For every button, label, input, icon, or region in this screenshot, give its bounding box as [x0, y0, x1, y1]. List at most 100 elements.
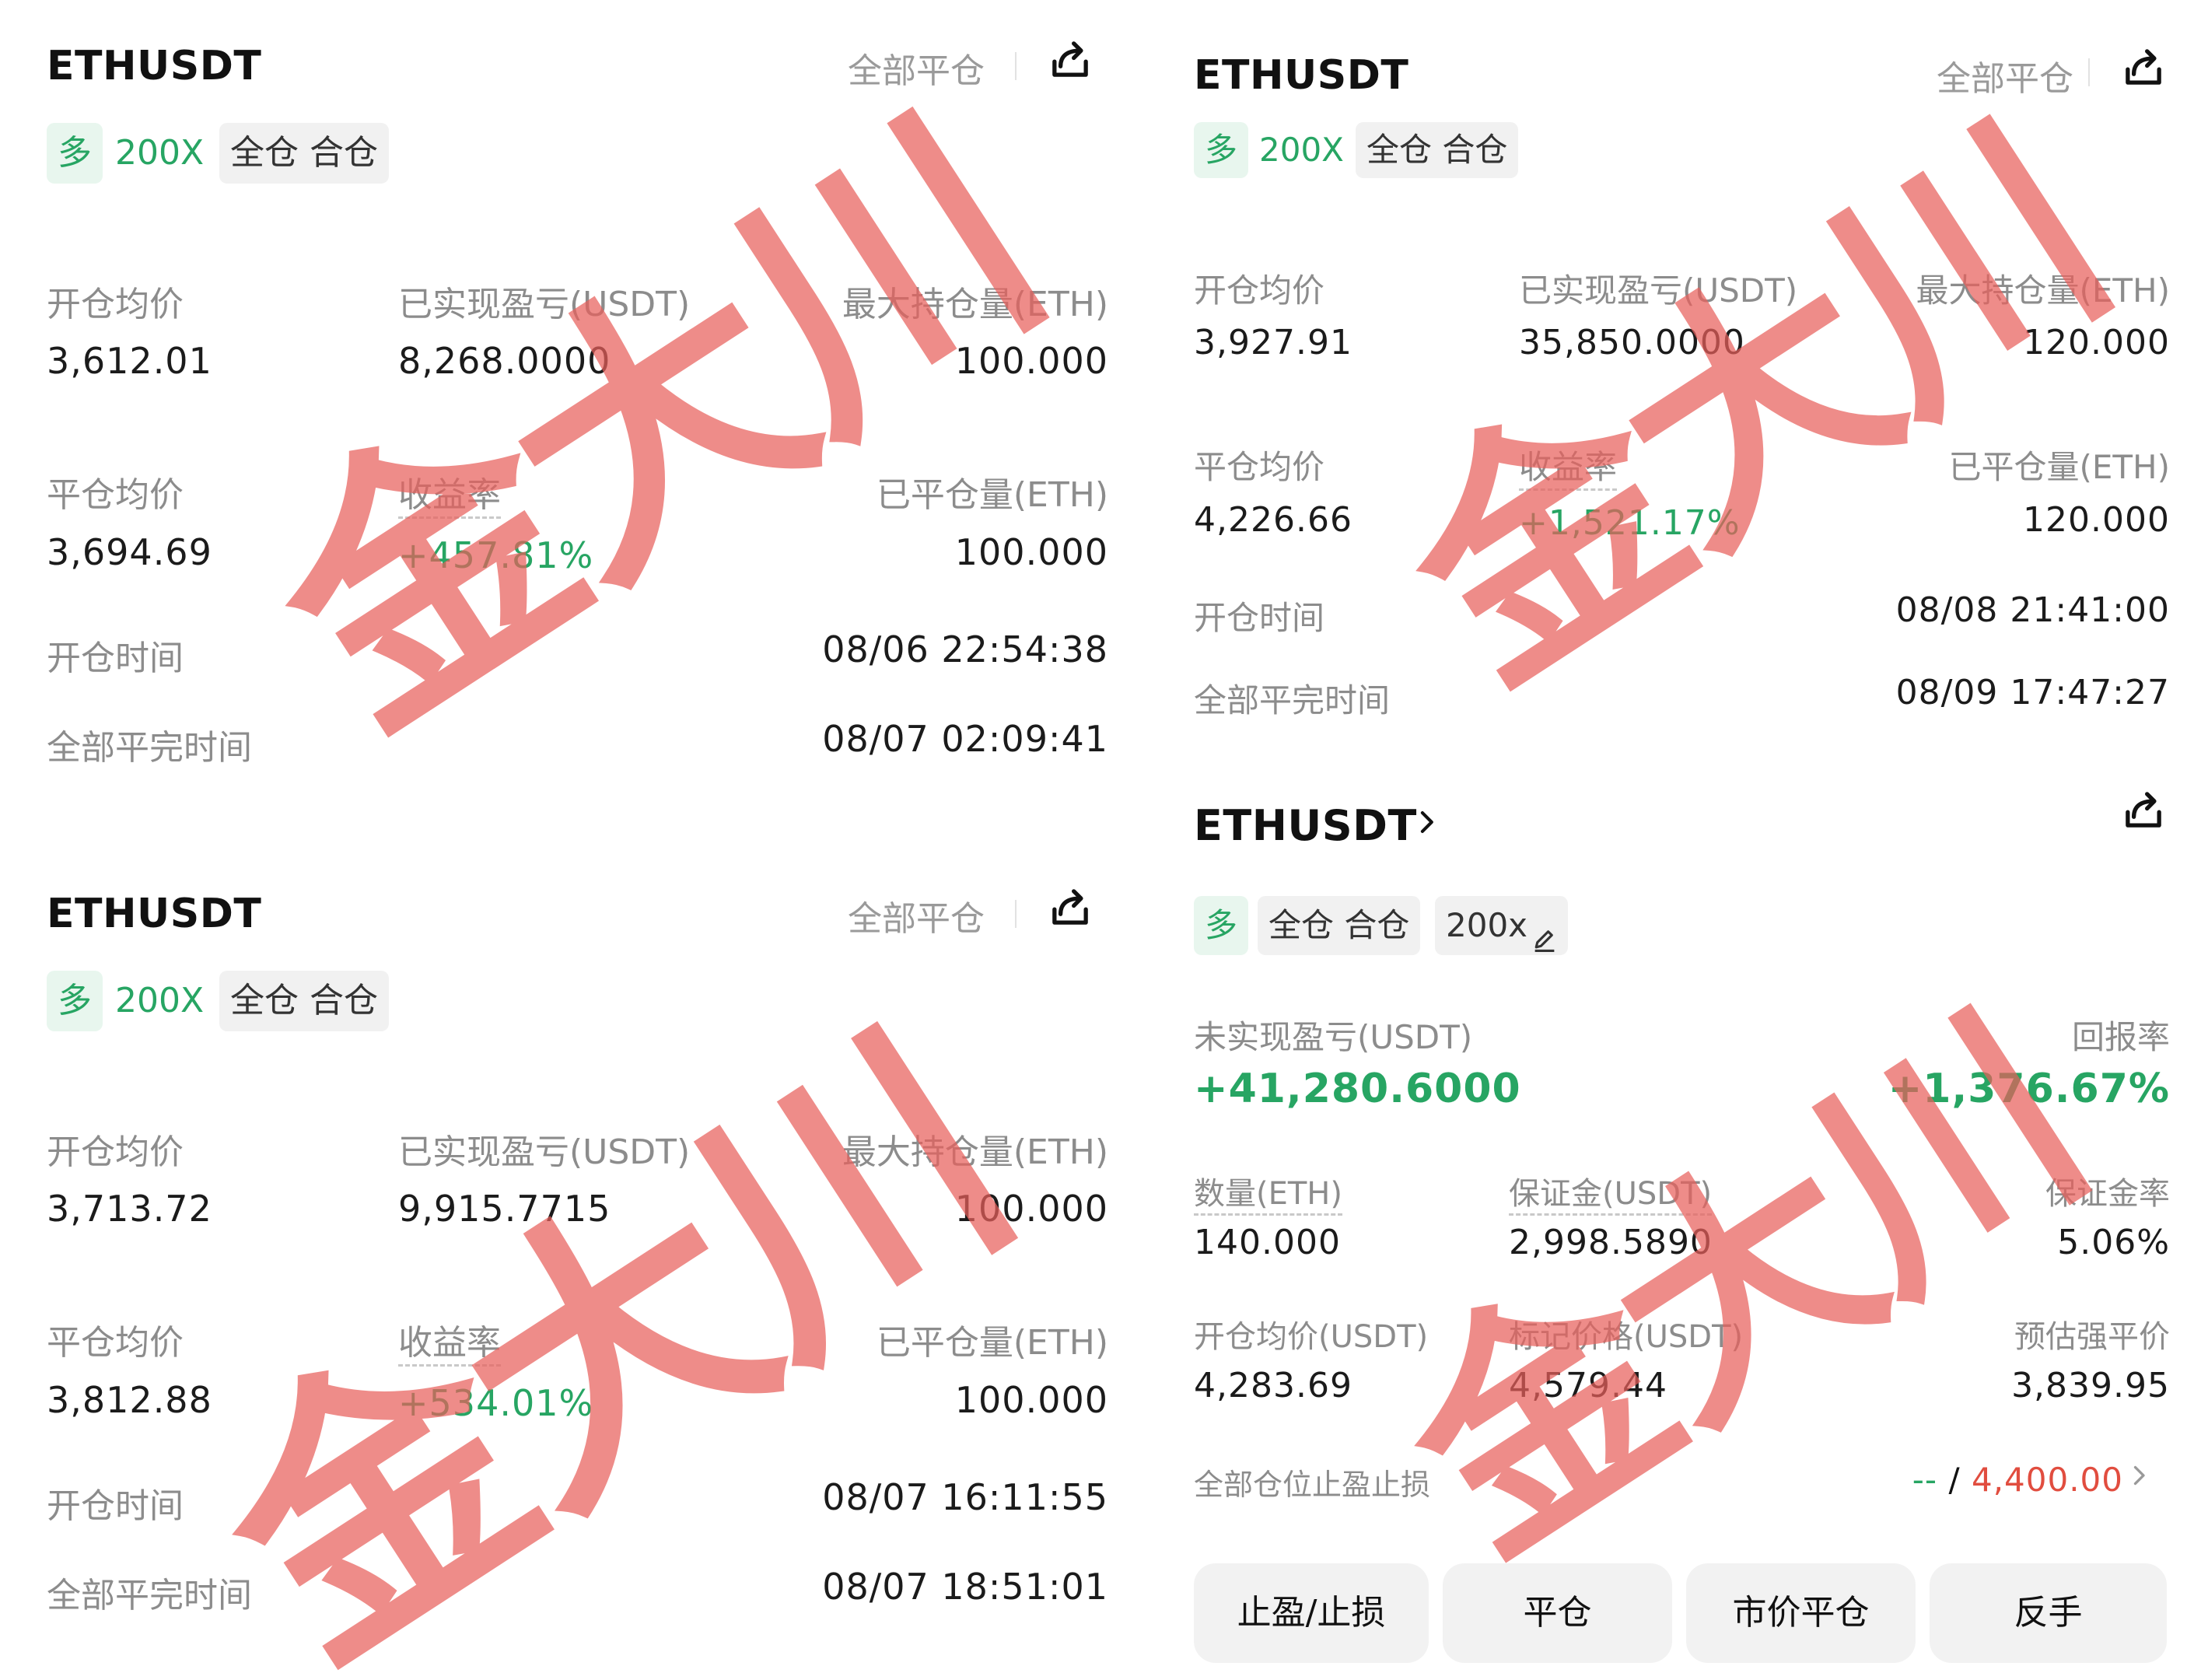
open-avg-value: 3,713.72 [47, 1188, 212, 1230]
margin-mode-tag: 全仓 合仓 [219, 971, 389, 1031]
open-time-label: 开仓时间 [1194, 599, 1325, 637]
close-position-button[interactable]: 平仓 [1443, 1563, 1672, 1663]
symbol-title[interactable]: ETHUSDT [47, 891, 261, 937]
long-tag: 多 [47, 123, 103, 184]
edit-pencil-icon [1532, 912, 1557, 952]
roi-label[interactable]: 收益率 [398, 1314, 501, 1367]
chevron-right-icon[interactable] [2127, 1464, 2150, 1487]
long-tag: 多 [1194, 122, 1249, 178]
symbol-title[interactable]: ETHUSDT [1194, 52, 1408, 99]
close-avg-value: 3,694.69 [47, 531, 212, 573]
leverage-value: 200x [1446, 906, 1528, 944]
roi-label[interactable]: 收益率 [1519, 441, 1618, 491]
qty-label[interactable]: 数量(ETH) [1194, 1168, 1342, 1216]
open-avg-label: 开仓均价 [47, 285, 184, 324]
roi-value: +1,521.17% [1519, 503, 1741, 543]
share-icon[interactable] [1046, 883, 1094, 931]
leverage-tag[interactable]: 200x [1435, 896, 1569, 955]
liq-price-label: 预估强平价 [2014, 1319, 2170, 1355]
qty-value: 140.000 [1194, 1223, 1341, 1262]
roi-label[interactable]: 收益率 [398, 467, 501, 519]
close-avg-value: 4,226.66 [1194, 500, 1352, 540]
open-time-label: 开仓时间 [47, 1486, 184, 1526]
max-position-label: 最大持仓量(ETH) [842, 1132, 1108, 1172]
realized-pnl-value: 8,268.0000 [398, 340, 611, 382]
leverage-tag: 200X [115, 133, 205, 173]
open-time-value: 08/08 21:41:00 [1895, 590, 2170, 630]
margin-ratio-label: 保证金率 [2045, 1176, 2170, 1212]
max-position-label: 最大持仓量(ETH) [842, 285, 1108, 324]
close-time-value: 08/07 18:51:01 [822, 1566, 1108, 1608]
close-all-button[interactable]: 全部平仓 [848, 891, 985, 940]
closed-qty-label: 已平仓量(ETH) [1948, 448, 2170, 486]
share-icon[interactable] [1046, 35, 1094, 83]
close-all-button[interactable]: 全部平仓 [1937, 51, 2073, 100]
margin-mode-tag: 全仓 合仓 [219, 123, 389, 184]
open-time-label: 开仓时间 [47, 639, 184, 678]
realized-pnl-value: 9,915.7715 [398, 1188, 611, 1230]
roi-value: +534.01% [398, 1382, 594, 1424]
close-avg-value: 3,812.88 [47, 1379, 212, 1421]
open-avg-value: 3,612.01 [47, 340, 212, 382]
stop-loss-value: 4,400.00 [1971, 1461, 2123, 1499]
tpsl-button[interactable]: 止盈/止损 [1194, 1563, 1429, 1663]
close-time-value: 08/09 17:47:27 [1895, 673, 2170, 712]
realized-pnl-label: 已实现盈亏(USDT) [398, 285, 691, 324]
tpsl-label: 全部仓位止盈止损 [1194, 1468, 1431, 1502]
tpsl-separator: / [1948, 1461, 1961, 1499]
tpsl-value[interactable]: -- / 4,400.00 [1912, 1461, 2123, 1499]
margin-mode-tag[interactable]: 全仓 合仓 [1258, 896, 1421, 955]
margin-ratio-value: 5.06% [2057, 1223, 2170, 1262]
mark-price-label: 标记价格(USDT) [1509, 1319, 1744, 1355]
closed-position-card-3: ETHUSDT 全部平仓 多 200X 全仓 合仓 开仓均价 已实现盈亏(USD… [1194, 43, 2170, 735]
roe-label: 回报率 [2071, 1018, 2170, 1056]
closed-qty-label: 已平仓量(ETH) [876, 475, 1108, 515]
realized-pnl-label: 已实现盈亏(USDT) [398, 1132, 691, 1172]
share-icon[interactable] [2119, 43, 2168, 91]
closed-qty-value: 120.000 [2023, 500, 2170, 540]
mark-price-value: 4,579.44 [1509, 1366, 1667, 1405]
realized-pnl-value: 35,850.0000 [1519, 323, 1745, 362]
close-time-label: 全部平完时间 [1194, 681, 1391, 719]
close-avg-label: 平仓均价 [47, 1323, 184, 1363]
close-avg-label: 平仓均价 [1194, 448, 1325, 486]
closed-qty-value: 100.000 [954, 531, 1108, 573]
open-time-value: 08/06 22:54:38 [822, 628, 1108, 670]
unrealized-pnl-value: +41,280.6000 [1194, 1066, 1521, 1112]
symbol-title[interactable]: ETHUSDT [1194, 801, 1417, 850]
reverse-button[interactable]: 反手 [1930, 1563, 2167, 1663]
close-time-label: 全部平完时间 [47, 1576, 252, 1615]
take-profit-value: -- [1912, 1461, 1938, 1499]
max-position-value: 100.000 [954, 1188, 1108, 1230]
symbol-title[interactable]: ETHUSDT [47, 43, 261, 89]
close-time-label: 全部平完时间 [47, 728, 252, 768]
max-position-label: 最大持仓量(ETH) [1916, 271, 2170, 310]
open-avg-value: 4,283.69 [1194, 1366, 1352, 1405]
long-tag: 多 [47, 971, 103, 1031]
roi-value: +457.81% [398, 534, 594, 576]
closed-qty-label: 已平仓量(ETH) [876, 1323, 1108, 1363]
unrealized-pnl-label: 未实现盈亏(USDT) [1194, 1018, 1473, 1056]
closed-qty-value: 100.000 [954, 1379, 1108, 1421]
max-position-value: 100.000 [954, 340, 1108, 382]
open-avg-label: 开仓均价 [47, 1132, 184, 1172]
margin-label[interactable]: 保证金(USDT) [1509, 1168, 1713, 1216]
liq-price-value: 3,839.95 [2011, 1366, 2170, 1405]
close-all-button[interactable]: 全部平仓 [848, 43, 985, 93]
margin-value: 2,998.5890 [1509, 1223, 1713, 1262]
close-time-value: 08/07 02:09:41 [822, 718, 1108, 760]
divider [2088, 58, 2090, 86]
market-close-button[interactable]: 市价平仓 [1686, 1563, 1916, 1663]
open-avg-label: 开仓均价(USDT) [1194, 1319, 1429, 1355]
max-position-value: 120.000 [2023, 323, 2170, 362]
divider [1015, 52, 1017, 80]
open-avg-label: 开仓均价 [1194, 271, 1325, 310]
chevron-right-icon[interactable] [1413, 809, 1440, 835]
leverage-tag: 200X [1259, 131, 1344, 169]
divider [1015, 900, 1017, 928]
closed-position-card-2: ETHUSDT 全部平仓 多 200X 全仓 合仓 开仓均价 已实现盈亏(USD… [47, 889, 1108, 1668]
share-icon[interactable] [2119, 786, 2168, 834]
realized-pnl-label: 已实现盈亏(USDT) [1519, 271, 1798, 310]
open-avg-value: 3,927.91 [1194, 323, 1352, 362]
close-avg-label: 平仓均价 [47, 475, 184, 515]
